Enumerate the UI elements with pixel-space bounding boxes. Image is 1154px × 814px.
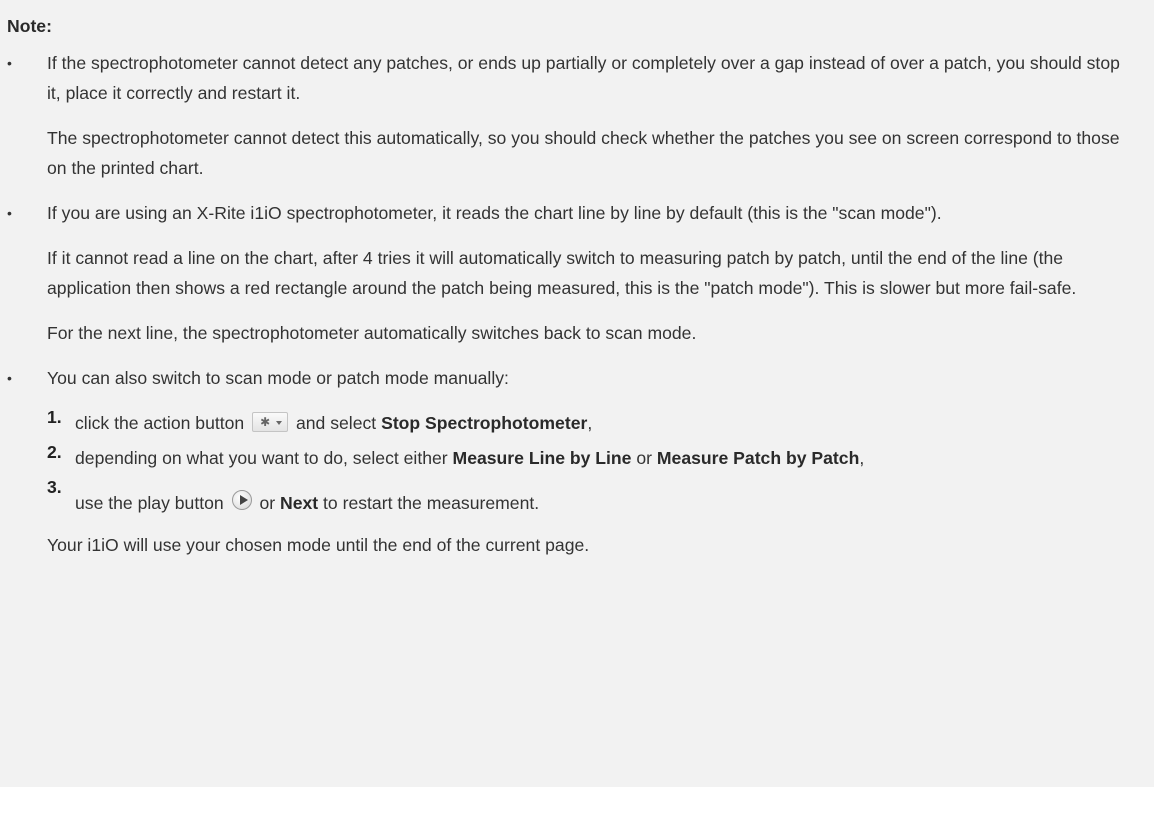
step-text: depending on what you want to do, select…: [75, 448, 448, 468]
ui-term: Measure Patch by Patch: [656, 448, 860, 468]
paragraph: If you are using an X-Rite i1iO spectrop…: [47, 203, 942, 223]
gear-icon: ✱: [260, 415, 271, 430]
paragraph: If the spectrophotometer cannot detect a…: [47, 53, 1120, 103]
ui-term: Measure Line by Line: [452, 448, 632, 468]
step-number: 2.: [47, 442, 62, 462]
ui-term: Stop Spectrophotometer: [381, 413, 588, 433]
step-item: 1. click the action button ✱ and select …: [47, 407, 1138, 438]
list-item: If you are using an X-Rite i1iO spectrop…: [7, 198, 1138, 348]
step-text: click the action button: [75, 413, 245, 433]
list-item: If the spectrophotometer cannot detect a…: [7, 48, 1138, 183]
step-text: and select: [295, 413, 377, 433]
step-text: or: [636, 448, 653, 468]
step-item: 2. depending on what you want to do, sel…: [47, 442, 1138, 473]
list-item: You can also switch to scan mode or patc…: [7, 363, 1138, 560]
ui-term: Next: [280, 493, 319, 513]
punctuation: ,: [859, 448, 865, 468]
note-title: Note:: [7, 16, 52, 36]
paragraph: You can also switch to scan mode or patc…: [47, 368, 509, 388]
paragraph: If it cannot read a line on the chart, a…: [47, 248, 1077, 298]
chevron-down-icon: [276, 421, 283, 426]
steps-list: 1. click the action button ✱ and select …: [47, 407, 1138, 518]
action-button-icon: ✱: [252, 412, 289, 433]
step-number: 3.: [47, 477, 62, 497]
step-item: 3. use the play button or Next to restar…: [47, 477, 1138, 518]
note-list: If the spectrophotometer cannot detect a…: [7, 48, 1138, 560]
step-text: or: [259, 493, 276, 513]
punctuation: ,: [587, 413, 593, 433]
play-icon: [231, 490, 252, 511]
note-box: Note: If the spectrophotometer cannot de…: [0, 0, 1154, 787]
step-text: use the play button: [75, 493, 224, 513]
step-text: to restart the measurement.: [323, 493, 540, 513]
step-number: 1.: [47, 407, 62, 427]
paragraph: Your i1iO will use your chosen mode unti…: [47, 535, 590, 556]
paragraph: For the next line, the spectrophotometer…: [47, 323, 697, 343]
paragraph: The spectrophotometer cannot detect this…: [47, 128, 1120, 178]
